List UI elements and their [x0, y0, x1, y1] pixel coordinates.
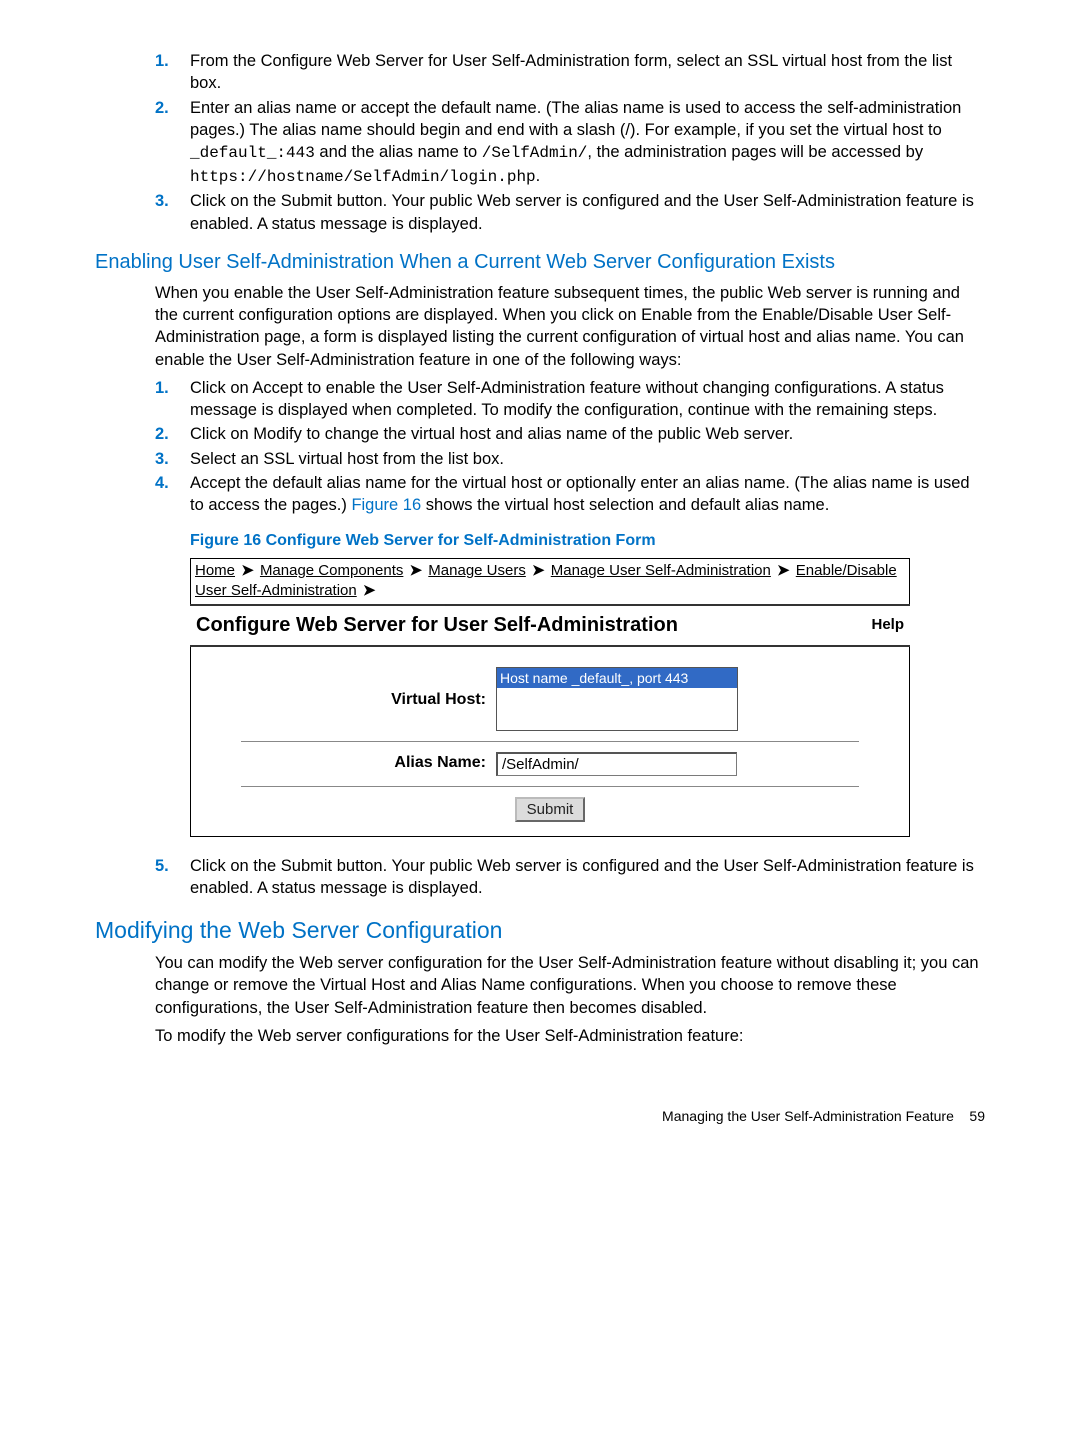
text-run: shows the virtual host selection and def… [421, 496, 829, 514]
list-item: 4.Accept the default alias name for the … [190, 472, 985, 517]
list-item: 1.Click on Accept to enable the User Sel… [190, 377, 985, 422]
text-run: . [536, 167, 541, 185]
breadcrumb-separator-icon: ➤ [363, 582, 376, 599]
list-item: 3.Click on the Submit button. Your publi… [190, 190, 985, 235]
list-number: 4. [155, 472, 169, 494]
text-run: Click on the Submit button. Your public … [190, 857, 974, 897]
text-run: Click on Accept to enable the User Self-… [190, 379, 944, 419]
footer-text: Managing the User Self-Administration Fe… [662, 1108, 954, 1124]
breadcrumb-separator-icon: ➤ [532, 562, 545, 579]
breadcrumb-link[interactable]: Manage User Self-Administration [551, 562, 771, 579]
virtual-host-option[interactable]: Host name _default_, port 443 [497, 668, 737, 689]
breadcrumb-link[interactable]: Manage Components [260, 562, 403, 579]
breadcrumb-link[interactable]: Home [195, 562, 235, 579]
text-run: Enter an alias name or accept the defaul… [190, 99, 961, 139]
text-run: Click on the Submit button. Your public … [190, 192, 974, 232]
divider [241, 786, 859, 787]
figure-reference: Figure 16 [351, 496, 421, 514]
list-number: 3. [155, 448, 169, 470]
subheading-enabling: Enabling User Self-Administration When a… [95, 249, 985, 276]
list-number: 5. [155, 855, 169, 877]
list-item: 1.From the Configure Web Server for User… [190, 50, 985, 95]
code-text: https://hostname/SelfAdmin/login.php [190, 168, 536, 186]
list-number: 1. [155, 50, 169, 72]
paragraph-modify-2: To modify the Web server configurations … [155, 1025, 985, 1047]
virtual-host-label: Virtual Host: [201, 667, 496, 711]
ordered-list-3: 5. Click on the Submit button. Your publi… [95, 855, 985, 900]
text-run: and the alias name to [315, 143, 482, 161]
list-number: 3. [155, 190, 169, 212]
breadcrumb-separator-icon: ➤ [410, 562, 423, 579]
list-item: 3.Select an SSL virtual host from the li… [190, 448, 985, 470]
ordered-list-1: 1. From the Configure Web Server for User… [95, 50, 985, 235]
breadcrumb-separator-icon: ➤ [241, 562, 254, 579]
page-footer: Managing the User Self-Administration Fe… [95, 1107, 985, 1126]
list-item: 2.Click on Modify to change the virtual … [190, 423, 985, 445]
text-run: Click on Modify to change the virtual ho… [190, 425, 793, 443]
list-item: 2.Enter an alias name or accept the defa… [190, 97, 985, 189]
paragraph-modify-1: You can modify the Web server configurat… [155, 952, 985, 1019]
alias-name-row: Alias Name: [201, 752, 899, 776]
code-text: _default_:443 [190, 144, 315, 162]
code-text: /SelfAdmin/ [482, 144, 588, 162]
virtual-host-row: Virtual Host: Host name _default_, port … [201, 667, 899, 731]
form-title-bar: Configure Web Server for User Self-Admin… [190, 604, 910, 647]
breadcrumb-separator-icon: ➤ [777, 562, 790, 579]
text-run: From the Configure Web Server for User S… [190, 52, 952, 92]
breadcrumb-link[interactable]: Manage Users [428, 562, 526, 579]
page-number: 59 [969, 1108, 985, 1124]
submit-button[interactable]: Submit [515, 797, 586, 822]
virtual-host-listbox[interactable]: Host name _default_, port 443 [496, 667, 738, 731]
text-run: Select an SSL virtual host from the list… [190, 450, 504, 468]
list-number: 2. [155, 97, 169, 119]
ordered-list-2: 1. Click on Accept to enable the User Sel… [95, 377, 985, 517]
list-number: 2. [155, 423, 169, 445]
form-title: Configure Web Server for User Self-Admin… [196, 612, 678, 639]
list-item: 5.Click on the Submit button. Your publi… [190, 855, 985, 900]
section-heading-modifying: Modifying the Web Server Configuration [95, 915, 985, 946]
breadcrumb: Home ➤ Manage Components ➤ Manage Users … [190, 558, 910, 604]
help-link[interactable]: Help [871, 615, 904, 635]
alias-name-label: Alias Name: [201, 752, 496, 774]
divider [241, 741, 859, 742]
paragraph-intro: When you enable the User Self-Administra… [155, 282, 985, 371]
form-body: Virtual Host: Host name _default_, port … [190, 647, 910, 837]
figure-16: Home ➤ Manage Components ➤ Manage Users … [190, 558, 910, 837]
figure-caption: Figure 16 Configure Web Server for Self-… [190, 530, 985, 552]
list-number: 1. [155, 377, 169, 399]
alias-name-input[interactable] [496, 752, 737, 776]
text-run: , the administration pages will be acces… [587, 143, 923, 161]
